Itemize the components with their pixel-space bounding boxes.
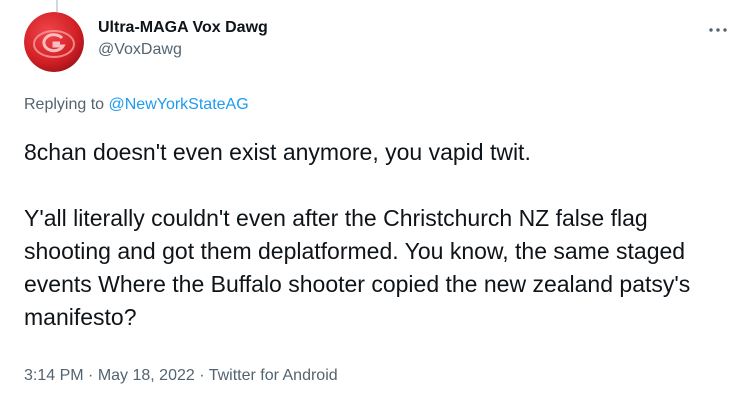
thread-connector-line	[56, 0, 58, 12]
reply-mention-link[interactable]: @NewYorkStateAG	[109, 96, 249, 113]
meta-separator: ·	[83, 367, 98, 384]
reply-prefix: Replying to	[24, 96, 109, 113]
red-g-logo-icon	[24, 12, 84, 72]
author-display-name[interactable]: Ultra-MAGA Vox Dawg	[98, 18, 268, 38]
tweet-source: Twitter for Android	[208, 367, 338, 384]
tweet-time[interactable]: 3:14 PM	[24, 367, 84, 384]
more-options-icon[interactable]	[706, 18, 730, 42]
tweet-metadata: 3:14 PM · May 18, 2022 · Twitter for And…	[24, 366, 338, 386]
tweet-date[interactable]: May 18, 2022	[98, 367, 195, 384]
tweet-paragraph: Y'all literally couldn't even after the …	[24, 205, 691, 330]
author-handle[interactable]: @VoxDawg	[98, 40, 268, 60]
reply-context: Replying to @NewYorkStateAG	[24, 95, 249, 115]
tweet-body: 8chan doesn't even exist anymore, you va…	[24, 136, 724, 334]
avatar[interactable]	[24, 12, 84, 72]
author-block: Ultra-MAGA Vox Dawg @VoxDawg	[98, 18, 268, 60]
tweet-paragraph: 8chan doesn't even exist anymore, you va…	[24, 139, 531, 165]
tweet: Ultra-MAGA Vox Dawg @VoxDawg Replying to…	[0, 0, 752, 402]
meta-separator: ·	[194, 367, 209, 384]
